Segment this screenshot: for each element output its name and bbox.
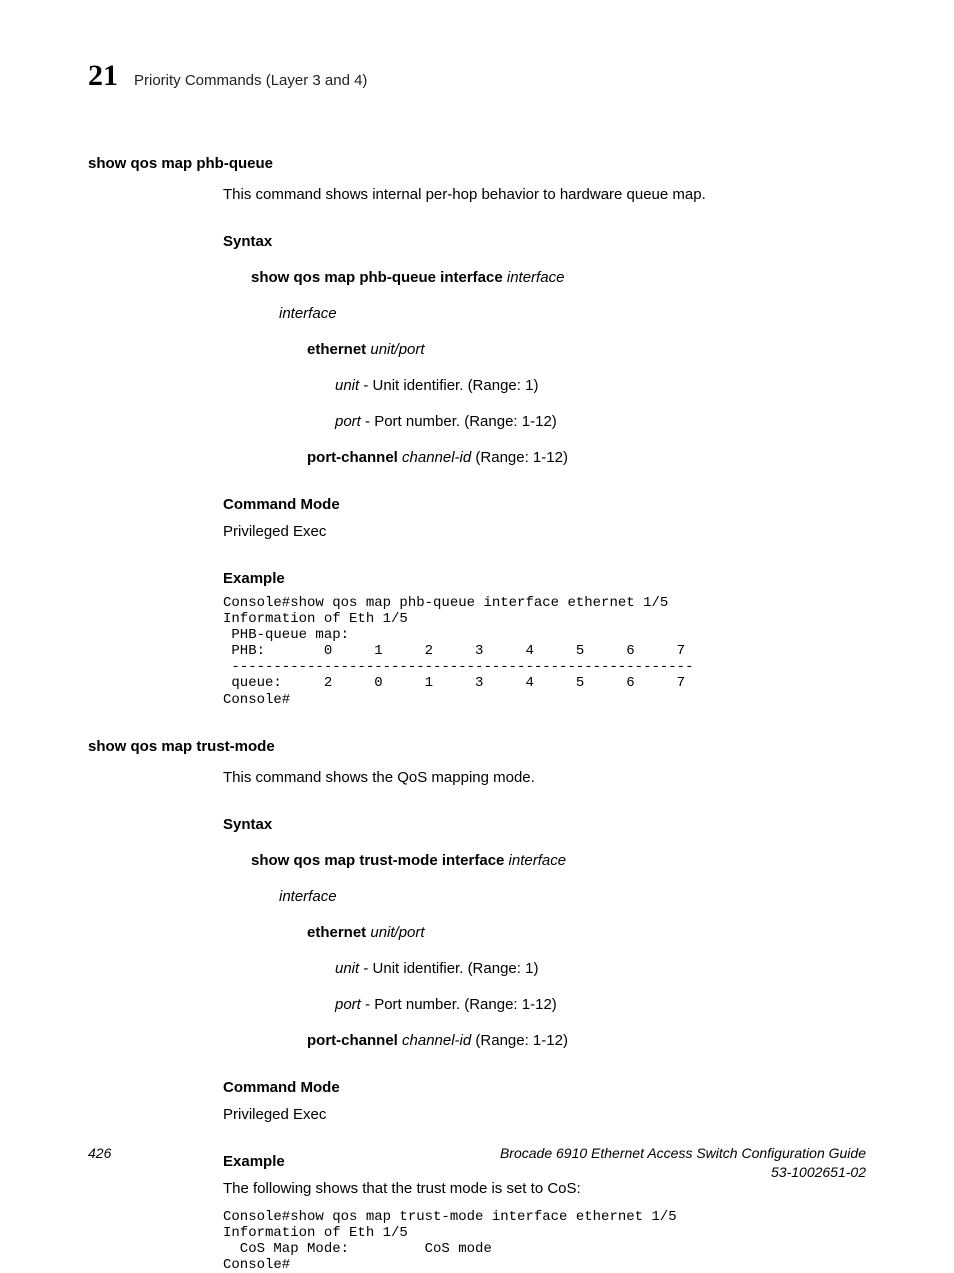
param-interface: interface [279, 886, 866, 907]
unit-ital: unit [335, 377, 359, 394]
section-body: This command shows internal per-hop beha… [223, 184, 866, 708]
command-mode-heading: Command Mode [223, 1077, 866, 1098]
syntax-block: Syntax show qos map phb-queue interface … [223, 231, 866, 468]
param-port-channel: port-channel channel-id (Range: 1-12) [307, 447, 866, 468]
page-footer: 426 Brocade 6910 Ethernet Access Switch … [88, 1144, 866, 1183]
footer-docnum: 53-1002651-02 [771, 1163, 866, 1183]
section-phb-queue: show qos map phb-queue This command show… [88, 153, 866, 708]
command-mode-heading: Command Mode [223, 494, 866, 515]
page-number: 426 [88, 1144, 111, 1164]
intro-text: This command shows internal per-hop beha… [223, 184, 866, 205]
ethernet-bold: ethernet [307, 924, 366, 941]
port-channel-text: (Range: 1-12) [471, 449, 568, 466]
command-mode-text: Privileged Exec [223, 521, 866, 542]
ethernet-bold: ethernet [307, 341, 366, 358]
code-block: Console#show qos map phb-queue interface… [223, 595, 866, 708]
param-port: port - Port number. (Range: 1-12) [335, 994, 866, 1015]
ethernet-unit: unit [370, 341, 394, 358]
port-text: - Port number. (Range: 1-12) [361, 996, 557, 1013]
section-body: This command shows the QoS mapping mode.… [223, 767, 866, 1273]
port-channel-text: (Range: 1-12) [471, 1032, 568, 1049]
port-ital: port [335, 996, 361, 1013]
port-ital: port [335, 413, 361, 430]
port-channel-ital: channel-id [402, 1032, 471, 1049]
command-title: show qos map trust-mode [88, 736, 866, 757]
port-channel-bold: port-channel [307, 449, 398, 466]
param-interface: interface [279, 303, 866, 324]
syntax-line: show qos map trust-mode interface interf… [251, 850, 866, 871]
example-heading: Example [223, 568, 866, 589]
running-header: 21 Priority Commands (Layer 3 and 4) [88, 55, 866, 97]
syntax-ital: interface [509, 852, 567, 869]
param-ethernet: ethernet unit/port [307, 922, 866, 943]
param-port: port - Port number. (Range: 1-12) [335, 411, 866, 432]
chapter-number: 21 [88, 55, 118, 97]
unit-ital: unit [335, 960, 359, 977]
port-text: - Port number. (Range: 1-12) [361, 413, 557, 430]
example-block: Example Console#show qos map phb-queue i… [223, 568, 866, 708]
param-port-channel: port-channel channel-id (Range: 1-12) [307, 1030, 866, 1051]
command-mode-block: Command Mode Privileged Exec [223, 494, 866, 542]
command-mode-text: Privileged Exec [223, 1104, 866, 1125]
param-ethernet: ethernet unit/port [307, 339, 866, 360]
syntax-bold: show qos map phb-queue interface [251, 269, 503, 286]
ethernet-unit: unit [370, 924, 394, 941]
syntax-heading: Syntax [223, 231, 866, 252]
port-channel-bold: port-channel [307, 1032, 398, 1049]
command-title: show qos map phb-queue [88, 153, 866, 174]
syntax-block: Syntax show qos map trust-mode interface… [223, 814, 866, 1051]
param-unit: unit - Unit identifier. (Range: 1) [335, 375, 866, 396]
syntax-ital: interface [507, 269, 565, 286]
section-trust-mode: show qos map trust-mode This command sho… [88, 736, 866, 1273]
command-mode-block: Command Mode Privileged Exec [223, 1077, 866, 1125]
ethernet-port: port [399, 924, 425, 941]
syntax-heading: Syntax [223, 814, 866, 835]
port-channel-ital: channel-id [402, 449, 471, 466]
syntax-bold: show qos map trust-mode interface [251, 852, 504, 869]
syntax-line: show qos map phb-queue interface interfa… [251, 267, 866, 288]
param-unit: unit - Unit identifier. (Range: 1) [335, 958, 866, 979]
code-block: Console#show qos map trust-mode interfac… [223, 1209, 866, 1273]
unit-text: - Unit identifier. (Range: 1) [359, 960, 538, 977]
intro-text: This command shows the QoS mapping mode. [223, 767, 866, 788]
page: 21 Priority Commands (Layer 3 and 4) sho… [0, 0, 954, 1235]
unit-text: - Unit identifier. (Range: 1) [359, 377, 538, 394]
chapter-title: Priority Commands (Layer 3 and 4) [134, 70, 367, 91]
footer-guide: Brocade 6910 Ethernet Access Switch Conf… [500, 1144, 866, 1164]
ethernet-port: port [399, 341, 425, 358]
